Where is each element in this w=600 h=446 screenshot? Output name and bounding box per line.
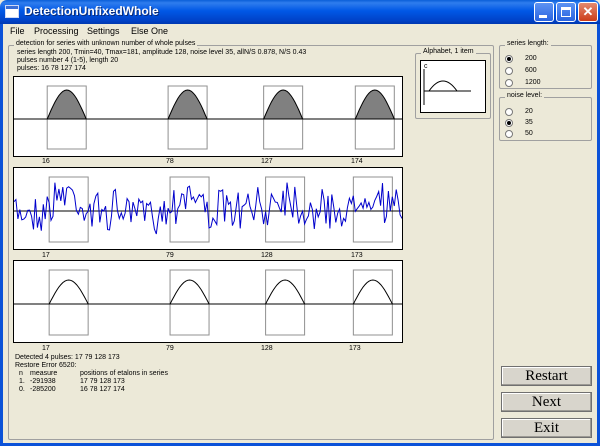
original-signal-plot: [13, 76, 403, 157]
original-pulse-label-3: 127: [261, 158, 273, 165]
exit-button[interactable]: Exit: [501, 418, 592, 438]
series-length-radio-600[interactable]: [505, 67, 513, 75]
results-row-2-measure: -285200: [30, 386, 56, 393]
restored-pulse-label-3: 128: [261, 345, 273, 352]
series-length-title: series length:: [505, 40, 551, 47]
maximize-icon: [561, 7, 571, 17]
results-row-1-positions: 17 79 128 173: [80, 378, 125, 385]
minimize-icon: [539, 15, 547, 18]
series-length-radio-1200[interactable]: [505, 79, 513, 87]
menu-file[interactable]: File: [10, 26, 25, 36]
noisy-signal-svg: [14, 176, 402, 243]
alphabet-item[interactable]: c: [420, 60, 486, 113]
noisy-series-line: [14, 182, 402, 235]
noisy-signal-plot: [13, 167, 403, 250]
main-group-title: detection for series with unknown number…: [14, 40, 198, 47]
original-signal-svg: [14, 85, 402, 150]
noisy-pulse-label-1: 17: [42, 252, 50, 259]
original-pulse-shape-3: [263, 89, 304, 120]
noise-level-radio-35[interactable]: [505, 119, 513, 127]
restored-signal-plot: [13, 260, 403, 343]
restart-button[interactable]: Restart: [501, 366, 592, 386]
results-row-1-n: 1.: [19, 378, 25, 385]
results-column-positions: positions of etalons in series: [80, 370, 168, 377]
menu-bar: File Processing Settings Else One: [0, 24, 600, 39]
results-column-measure: measure: [30, 370, 58, 377]
original-pulse-label-1: 16: [42, 158, 50, 165]
results-row-1-measure: -291938: [30, 378, 56, 385]
series-info-line: series length 200, Tmin=40, Tmax=181, am…: [17, 49, 307, 56]
restored-pulse-shape-4: [352, 279, 393, 305]
restored-signal-svg: [14, 269, 402, 336]
restored-pulse-shape-1: [48, 279, 89, 305]
results-column-n: n: [19, 370, 23, 377]
menu-settings[interactable]: Settings: [87, 26, 120, 36]
restored-pulse-label-4: 173: [349, 345, 361, 352]
next-button[interactable]: Next: [501, 392, 592, 412]
maximize-button[interactable]: [556, 2, 576, 22]
original-pulse-shape-4: [354, 89, 396, 120]
detected-pulses-text: Detected 4 pulses: 17 79 128 173: [15, 354, 120, 361]
noisy-pulse-label-3: 128: [261, 252, 273, 259]
app-window-icon: [5, 5, 19, 18]
alphabet-title: Alphabet, 1 item: [421, 48, 476, 55]
results-row-2-n: 0.: [19, 386, 25, 393]
title-bar[interactable]: DetectionUnfixedWhole ✕: [0, 0, 600, 24]
restored-pulse-shape-2: [169, 279, 210, 305]
minimize-button[interactable]: [534, 2, 554, 22]
menu-processing[interactable]: Processing: [34, 26, 79, 36]
restored-pulse-label-1: 17: [42, 345, 50, 352]
original-pulse-label-4: 174: [351, 158, 363, 165]
restore-error-text: Restore Error 6520:: [15, 362, 77, 369]
noise-level-radio-50[interactable]: [505, 130, 513, 138]
pulses-number-line: pulses number 4 (1-5), length 20: [17, 57, 119, 64]
menu-else-one[interactable]: Else One: [131, 26, 168, 36]
alphabet-curve-icon: [423, 69, 471, 105]
window-frame-left: [0, 24, 3, 446]
noisy-pulse-label-4: 173: [351, 252, 363, 259]
restored-pulse-shape-3: [265, 279, 306, 305]
original-pulse-shape-1: [46, 89, 87, 120]
original-pulse-shape-2: [167, 89, 208, 120]
close-button[interactable]: ✕: [578, 2, 598, 22]
original-pulse-label-2: 78: [166, 158, 174, 165]
series-length-radio-200[interactable]: [505, 55, 513, 63]
results-row-2-positions: 16 78 127 174: [80, 386, 125, 393]
noisy-pulse-label-2: 79: [166, 252, 174, 259]
noise-level-radio-20[interactable]: [505, 108, 513, 116]
noise-level-title: noise level:: [505, 92, 545, 99]
pulses-positions-line: pulses: 16 78 127 174: [17, 65, 86, 72]
window-title: DetectionUnfixedWhole: [24, 4, 159, 18]
restored-pulse-label-2: 79: [166, 345, 174, 352]
close-icon: ✕: [582, 4, 594, 19]
